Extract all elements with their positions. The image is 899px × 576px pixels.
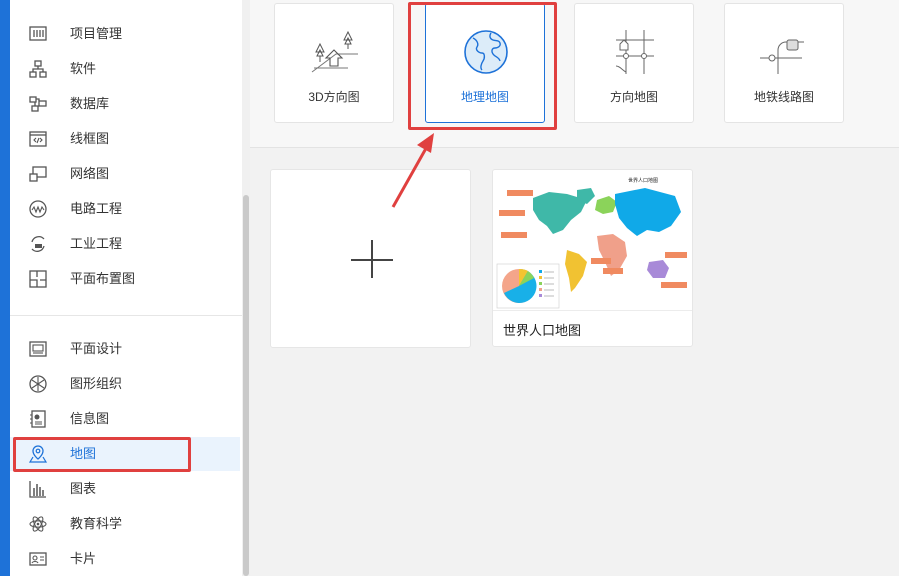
category-sidebar: 项目管理 软件 数据库 线框图 网络图 电路工程 工业工程 平面布置图 平面设计…: [10, 0, 242, 576]
sidebar-item-project-management[interactable]: 项目管理: [10, 17, 240, 51]
sidebar-item-education-science[interactable]: 教育科学: [10, 507, 240, 541]
3d-direction-map-icon: [310, 28, 360, 76]
template-card-world-population-map[interactable]: 世界人口地图 世界人口地图: [492, 169, 693, 347]
sidebar-item-label: 图表: [70, 481, 97, 496]
database-icon: [28, 94, 48, 114]
map-type-label: 地理地图: [460, 90, 509, 104]
graphic-design-icon: [28, 339, 48, 359]
software-icon: [28, 59, 48, 79]
sidebar-item-label: 平面布置图: [70, 271, 136, 286]
sidebar-item-map[interactable]: 地图: [10, 437, 240, 471]
circuit-icon: [28, 199, 48, 219]
sidebar-item-wireframe[interactable]: 线框图: [10, 122, 240, 156]
sidebar-item-label: 地图: [70, 446, 97, 461]
map-type-card-subway[interactable]: 地铁线路图: [724, 3, 844, 123]
map-type-panel: 3D方向图 地理地图 方向地图 地铁线路图: [250, 0, 899, 148]
sidebar-item-circuit[interactable]: 电路工程: [10, 192, 240, 226]
sidebar-item-infographic[interactable]: 信息图: [10, 402, 240, 436]
sidebar-divider: [10, 315, 242, 316]
map-type-label: 方向地图: [609, 90, 658, 104]
sidebar-item-label: 线框图: [70, 131, 110, 146]
sidebar-item-software[interactable]: 软件: [10, 52, 240, 86]
map-type-card-direction[interactable]: 方向地图: [574, 3, 694, 123]
sidebar-item-label: 卡片: [70, 551, 97, 566]
map-type-label: 3D方向图: [308, 90, 360, 104]
map-type-card-geographic[interactable]: 地理地图: [425, 3, 545, 123]
sidebar-item-graphic-organizer[interactable]: 图形组织: [10, 367, 240, 401]
window-edge-strip: [0, 0, 10, 576]
atom-icon: [28, 514, 48, 534]
card-icon: [28, 549, 48, 569]
network-icon: [28, 164, 48, 184]
industrial-icon: [28, 234, 48, 254]
sidebar-item-label: 数据库: [70, 96, 110, 111]
bar-chart-icon: [28, 479, 48, 499]
sidebar-item-chart[interactable]: 图表: [10, 472, 240, 506]
sidebar-item-label: 软件: [70, 61, 97, 76]
sidebar-item-label: 工业工程: [70, 236, 123, 251]
template-thumbnail: 世界人口地图: [493, 170, 692, 311]
sidebar-item-label: 电路工程: [70, 201, 123, 216]
scrollbar-thumb[interactable]: [243, 195, 249, 576]
graphic-organizer-icon: [28, 374, 48, 394]
sidebar-item-label: 项目管理: [70, 26, 123, 41]
sidebar-item-industrial[interactable]: 工业工程: [10, 227, 240, 261]
globe-icon: [461, 28, 511, 76]
sidebar-item-label: 平面设计: [70, 341, 123, 356]
project-management-icon: [28, 24, 48, 44]
map-pin-icon: [28, 444, 48, 464]
thumbnail-heading: 世界人口地图: [628, 177, 658, 184]
map-type-label: 地铁线路图: [753, 90, 814, 104]
template-title: 世界人口地图: [503, 323, 582, 338]
floor-plan-icon: [28, 269, 48, 289]
sidebar-item-floor-plan[interactable]: 平面布置图: [10, 262, 240, 296]
sidebar-scrollbar[interactable]: [242, 0, 250, 576]
map-type-card-3d-direction[interactable]: 3D方向图: [274, 3, 394, 123]
subway-map-icon: [760, 28, 810, 76]
sidebar-item-label: 网络图: [70, 166, 110, 181]
infographic-icon: [28, 409, 48, 429]
sidebar-item-card[interactable]: 卡片: [10, 542, 240, 576]
new-blank-template-card[interactable]: [270, 169, 471, 348]
sidebar-item-label: 信息图: [70, 411, 110, 426]
wireframe-icon: [28, 129, 48, 149]
sidebar-item-database[interactable]: 数据库: [10, 87, 240, 121]
sidebar-item-graphic-design[interactable]: 平面设计: [10, 332, 240, 366]
sidebar-item-network[interactable]: 网络图: [10, 157, 240, 191]
direction-map-icon: [610, 28, 660, 76]
sidebar-item-label: 教育科学: [70, 516, 123, 531]
sidebar-item-label: 图形组织: [70, 376, 123, 391]
